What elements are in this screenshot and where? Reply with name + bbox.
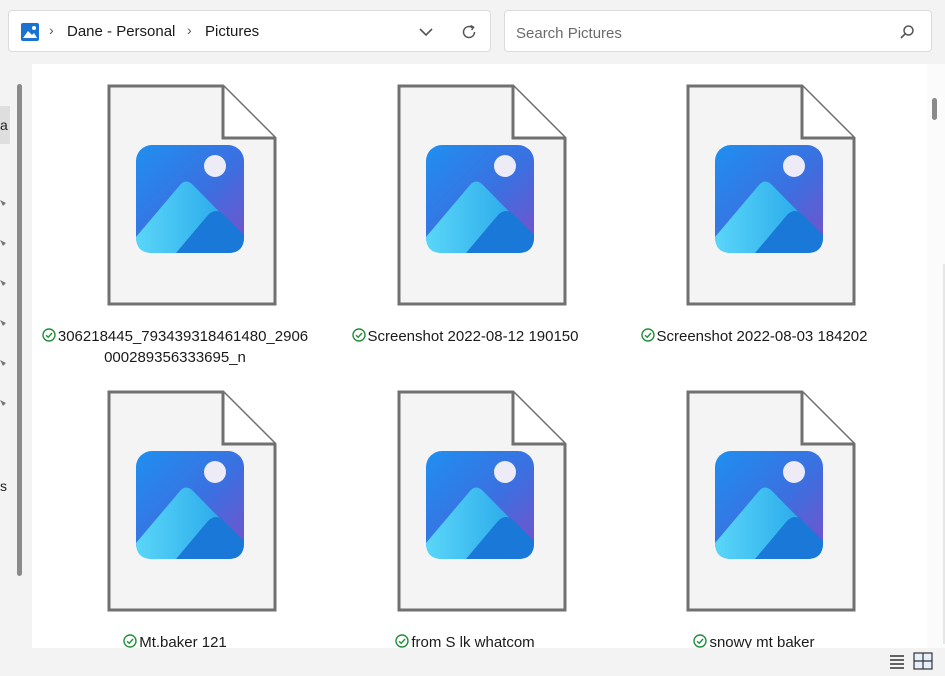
search-icon[interactable]: [899, 24, 915, 40]
breadcrumb-separator-icon[interactable]: ›: [187, 22, 192, 38]
photos-app-icon: [715, 145, 823, 253]
pin-icon: [0, 240, 6, 246]
file-name-label[interactable]: Screenshot 2022-08-03 184202: [619, 326, 889, 347]
file-name-label[interactable]: snowy mt baker: [619, 632, 889, 648]
file-list[interactable]: 306218445_793439318461480_29060002893563…: [32, 64, 927, 648]
sync-status-icon: [42, 327, 56, 342]
address-bar[interactable]: › Dane - Personal › Pictures: [8, 10, 491, 52]
file-item[interactable]: Screenshot 2022-08-03 184202: [619, 64, 889, 364]
file-name-text: from S lk whatcom: [411, 634, 535, 648]
photos-app-icon: [426, 145, 534, 253]
navigation-pane[interactable]: [0, 64, 12, 648]
file-name-text: snowy mt baker: [709, 634, 815, 648]
file-item[interactable]: snowy mt baker: [619, 370, 889, 648]
photos-app-icon: [136, 451, 244, 559]
file-item[interactable]: Mt.baker 121: [40, 370, 310, 648]
breadcrumb-dane-personal[interactable]: Dane - Personal: [67, 23, 175, 40]
breadcrumb-separator-icon[interactable]: ›: [49, 22, 54, 38]
pin-icon: [0, 360, 6, 366]
chevron-down-icon[interactable]: [416, 22, 436, 42]
pin-icon: [0, 400, 6, 406]
nav-item-label[interactable]: s: [0, 478, 7, 494]
photos-app-icon: [426, 451, 534, 559]
file-name-text: Screenshot 2022-08-12 190150: [367, 328, 579, 345]
search-box[interactable]: [504, 10, 932, 52]
file-name-label[interactable]: 306218445_793439318461480_29060002893563…: [40, 326, 310, 368]
file-name-text: Screenshot 2022-08-03 184202: [656, 328, 868, 345]
breadcrumb-pictures[interactable]: Pictures: [205, 23, 259, 40]
photos-app-icon: [715, 451, 823, 559]
nav-scrollbar[interactable]: [17, 84, 22, 576]
details-view-icon[interactable]: [887, 652, 907, 670]
scrollbar-thumb[interactable]: [932, 98, 937, 120]
file-name-text: 306218445_793439318461480_29060002893563…: [57, 328, 309, 366]
pin-icon: [0, 200, 6, 206]
file-item[interactable]: Screenshot 2022-08-12 190150: [330, 64, 600, 364]
file-name-label[interactable]: Screenshot 2022-08-12 190150: [330, 326, 600, 347]
sync-status-icon: [640, 327, 655, 342]
sync-status-icon: [123, 633, 137, 648]
file-grid: 306218445_793439318461480_29060002893563…: [32, 64, 927, 648]
sync-status-icon: [693, 633, 708, 648]
file-name-label[interactable]: from S lk whatcom: [330, 632, 600, 648]
search-input[interactable]: [514, 21, 888, 45]
file-name-label[interactable]: Mt.baker 121: [40, 632, 310, 648]
pictures-folder-icon: [21, 23, 39, 41]
large-icons-view-icon[interactable]: [913, 652, 933, 670]
file-item[interactable]: from S lk whatcom: [330, 370, 600, 648]
file-item[interactable]: 306218445_793439318461480_29060002893563…: [40, 64, 310, 366]
pin-icon: [0, 280, 6, 286]
refresh-icon[interactable]: [459, 22, 479, 42]
sync-status-icon: [351, 327, 366, 342]
sync-status-icon: [395, 633, 410, 648]
nav-item-label[interactable]: a: [0, 117, 8, 133]
vertical-scrollbar[interactable]: [927, 64, 945, 648]
pin-icon: [0, 320, 6, 326]
photos-app-icon: [136, 145, 244, 253]
file-name-text: Mt.baker 121: [139, 634, 227, 648]
